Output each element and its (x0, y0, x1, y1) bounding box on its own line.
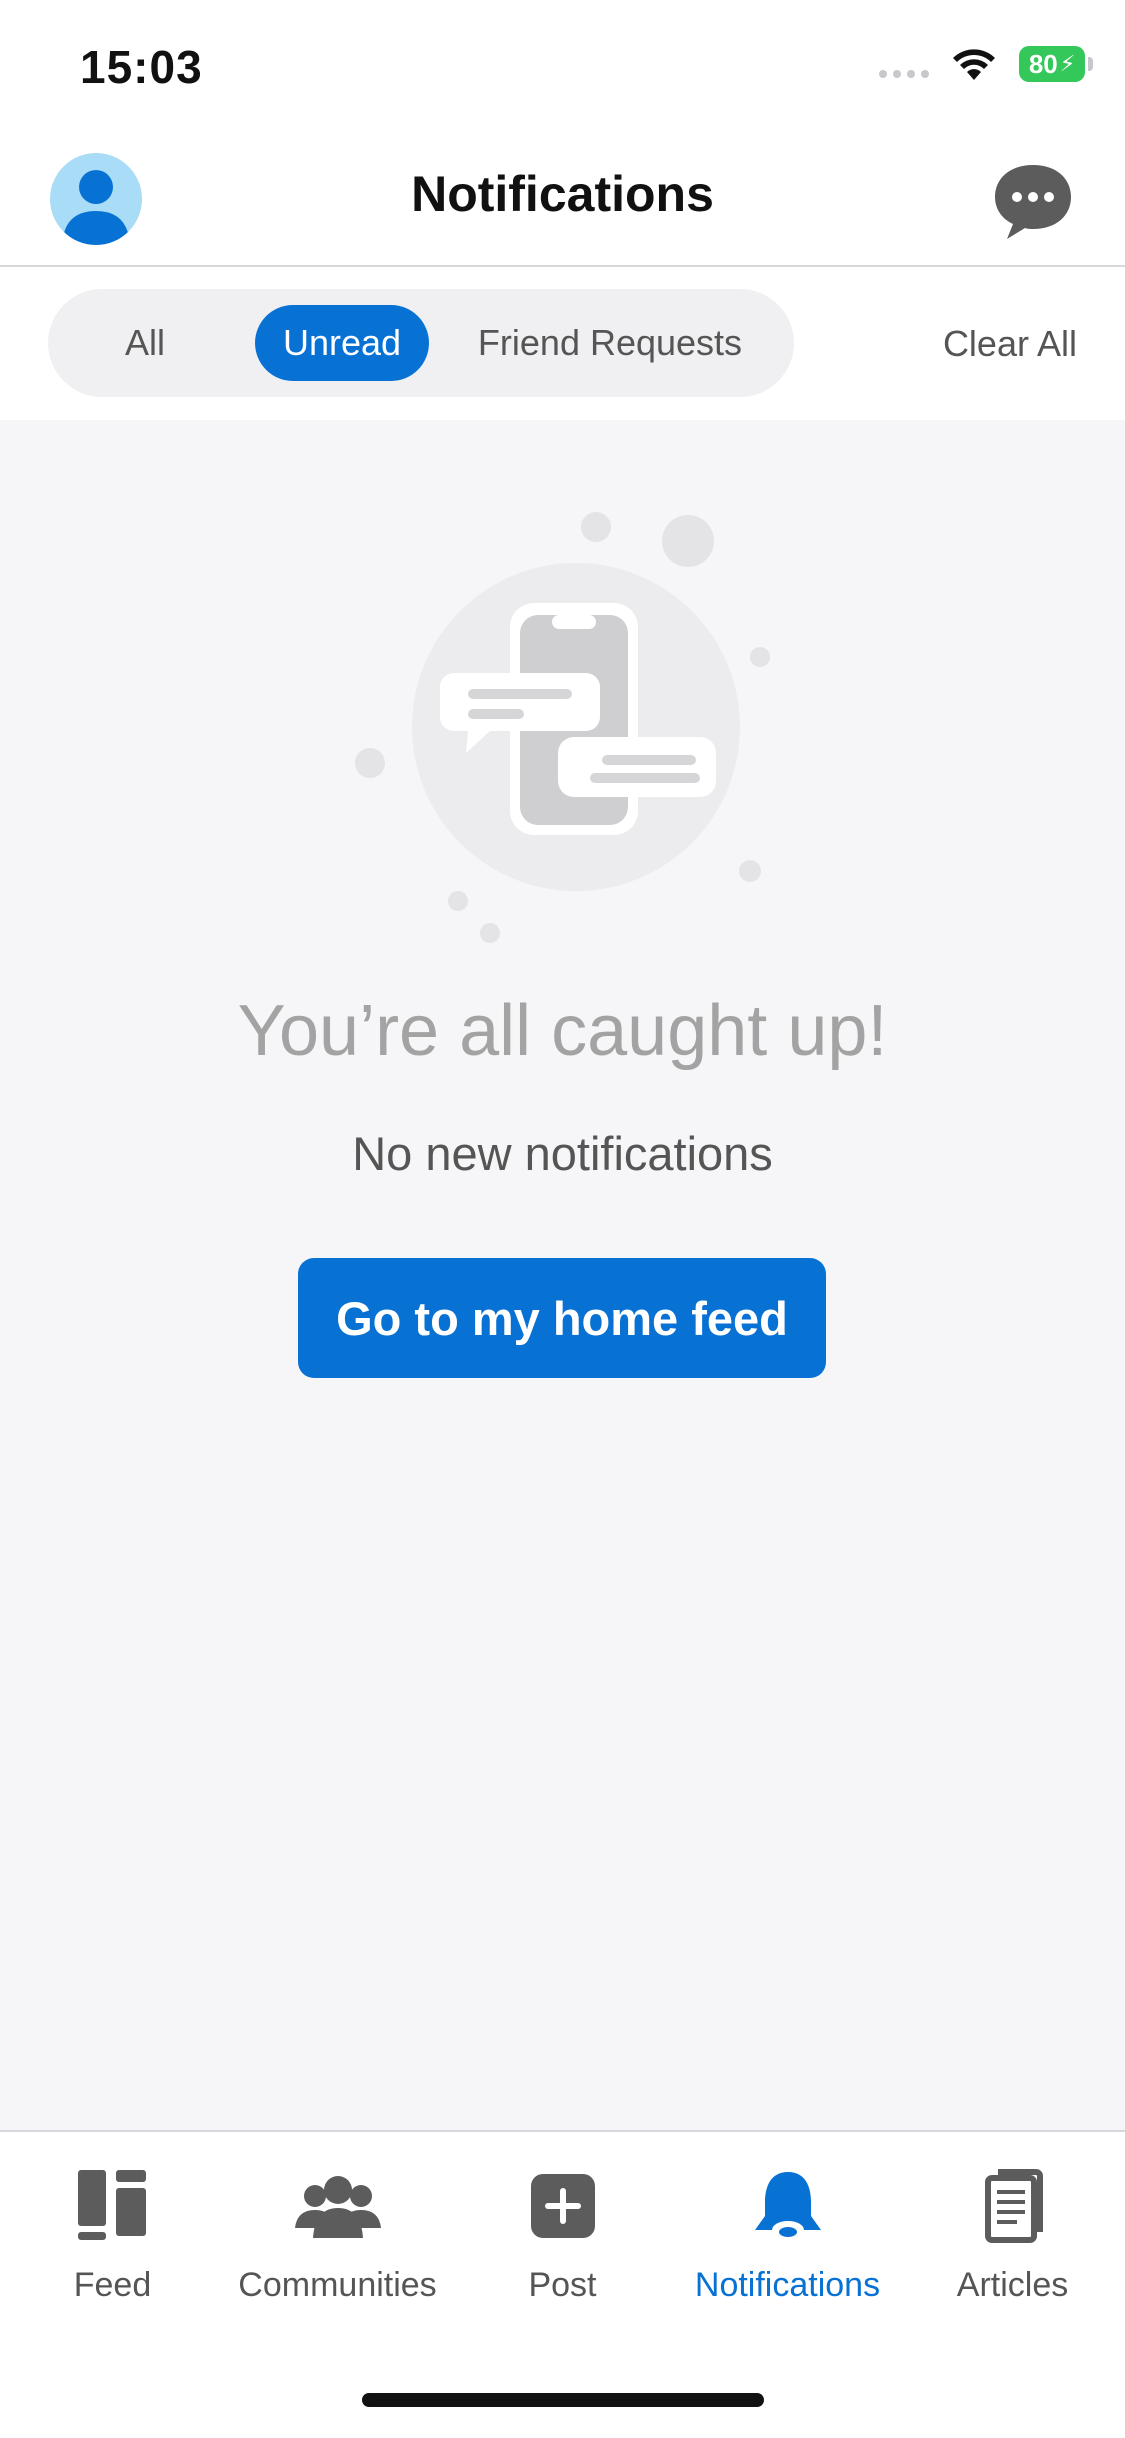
header: Notifications (0, 135, 1125, 267)
bottom-tab-bar: Feed Communities Post Notifications Arti… (0, 2130, 1125, 2438)
empty-state-subtitle: No new notifications (352, 1127, 773, 1180)
home-indicator (362, 2393, 764, 2407)
tab-notifications-label: Notifications (694, 2266, 881, 2304)
status-time: 15:03 (80, 41, 203, 93)
go-to-home-feed-button[interactable]: Go to my home feed (298, 1258, 826, 1378)
tab-post-label: Post (528, 2266, 597, 2304)
tab-feed[interactable]: Feed (0, 2162, 225, 2305)
tab-notifications[interactable]: Notifications (675, 2162, 900, 2305)
tab-articles-label: Articles (956, 2266, 1069, 2304)
communities-icon (294, 2176, 381, 2238)
battery-charging-icon: 80 ⚡ (1019, 46, 1093, 82)
tab-post[interactable]: Post (450, 2162, 675, 2305)
filter-tab-unread[interactable]: Unread (255, 305, 429, 381)
filter-tab-all[interactable]: All (90, 305, 200, 381)
clear-all-button[interactable]: Clear All (943, 323, 1077, 365)
phone-chat-bubbles-icon (350, 505, 780, 955)
signal-dots-icon (879, 70, 929, 78)
filter-tab-friend-requests[interactable]: Friend Requests (460, 305, 760, 381)
tab-articles[interactable]: Articles (900, 2162, 1125, 2305)
wifi-icon (953, 49, 995, 80)
bell-icon (754, 2172, 821, 2239)
tab-communities[interactable]: Communities (225, 2162, 450, 2305)
status-bar: 15:03 80 ⚡ (0, 0, 1125, 135)
filter-bar: All Unread Friend Requests Clear All (0, 267, 1125, 420)
filter-segmented-control: All Unread Friend Requests (48, 289, 794, 397)
battery-level: 80 (1028, 48, 1058, 79)
charging-bolt-icon: ⚡ (1059, 51, 1076, 76)
status-icons: 80 ⚡ (879, 46, 1093, 82)
post-plus-icon (530, 2174, 595, 2238)
tab-communities-label: Communities (238, 2266, 437, 2304)
chat-bubble-icon[interactable] (991, 159, 1075, 243)
articles-icon (984, 2169, 1043, 2243)
page-title: Notifications (411, 166, 714, 222)
feed-icon (77, 2170, 146, 2240)
tab-feed-label: Feed (73, 2266, 152, 2304)
empty-state-title: You’re all caught up! (237, 991, 888, 1071)
